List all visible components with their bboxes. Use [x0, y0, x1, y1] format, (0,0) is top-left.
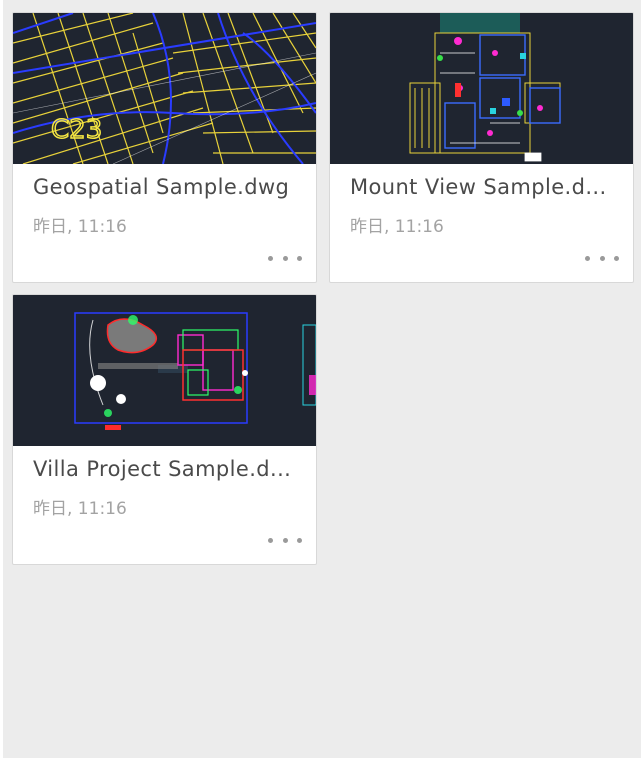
more-horizontal-icon	[599, 255, 605, 261]
file-name[interactable]: Villa Project Sample.d...	[33, 457, 303, 481]
file-name[interactable]: Geospatial Sample.dwg	[33, 175, 303, 199]
more-options-button[interactable]	[585, 250, 619, 266]
more-horizontal-icon	[614, 255, 619, 261]
more-options-button[interactable]	[268, 532, 302, 548]
more-horizontal-icon	[585, 255, 590, 261]
file-card-mount-view[interactable]: Mount View Sample.d... 昨日, 11:16	[329, 12, 634, 283]
file-grid-page: C23 Geospatial Sample.dwg 昨日, 11:16 Moun…	[0, 0, 641, 758]
more-horizontal-icon	[282, 537, 288, 543]
villa-project-drawing-preview	[13, 295, 316, 446]
file-date: 昨日, 11:16	[350, 217, 444, 237]
map-label: C23	[51, 115, 102, 145]
left-edge	[0, 0, 3, 758]
file-thumbnail[interactable]	[13, 295, 316, 446]
more-options-button[interactable]	[268, 250, 302, 266]
geospatial-drawing-preview: C23	[13, 13, 316, 164]
file-date: 昨日, 11:16	[33, 499, 127, 519]
file-thumbnail[interactable]: C23	[13, 13, 316, 164]
more-horizontal-icon	[297, 255, 302, 261]
more-horizontal-icon	[268, 537, 273, 543]
more-horizontal-icon	[268, 255, 273, 261]
file-date: 昨日, 11:16	[33, 217, 127, 237]
mount-view-drawing-preview	[330, 13, 633, 164]
file-name[interactable]: Mount View Sample.d...	[350, 175, 620, 199]
file-card-villa-project[interactable]: Villa Project Sample.d... 昨日, 11:16	[12, 294, 317, 565]
file-card-geospatial[interactable]: C23 Geospatial Sample.dwg 昨日, 11:16	[12, 12, 317, 283]
more-horizontal-icon	[297, 537, 302, 543]
more-horizontal-icon	[282, 255, 288, 261]
file-thumbnail[interactable]	[330, 13, 633, 164]
